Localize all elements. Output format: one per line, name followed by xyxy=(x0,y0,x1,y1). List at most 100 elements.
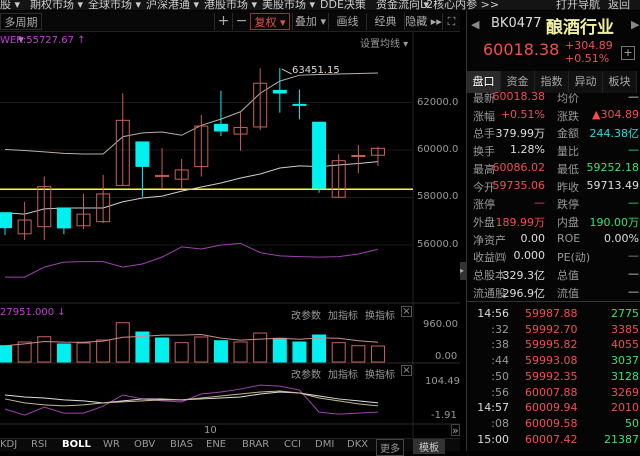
price-axis-label: 56000.0 xyxy=(417,239,459,250)
quote-row: 涨停 — 跌停 — xyxy=(473,196,639,213)
quote-label: 金额 xyxy=(557,127,579,141)
quote-label: 总值 xyxy=(557,269,579,282)
quote-row: 最高 60086.02 最低 59252.18 xyxy=(473,161,639,178)
tab-rsi[interactable]: RSI xyxy=(31,439,47,450)
volume-swap-indicator[interactable]: 换指标 xyxy=(365,307,395,322)
indicator-add[interactable]: 加指标 xyxy=(328,366,358,381)
quote-value: 1.28% xyxy=(510,143,545,157)
tab-dkx[interactable]: DKX xyxy=(347,439,368,450)
high-marker-arrow xyxy=(281,68,293,75)
volume-bar xyxy=(174,342,189,363)
quote-label: 涨跌 xyxy=(557,109,579,123)
indicator-edit-params[interactable]: 改参数 xyxy=(291,366,321,381)
candle-body xyxy=(312,121,327,189)
quote-label: PE(动) xyxy=(557,251,591,265)
volume-add-indicator[interactable]: 加指标 xyxy=(328,307,358,322)
volume-axis-label: 0.00 xyxy=(435,351,458,362)
quote-value: 244.38亿 xyxy=(589,127,640,141)
tick-volume: 3128 xyxy=(611,369,639,383)
tick-price: 59987.88 xyxy=(525,307,578,320)
price-change: +304.89 xyxy=(565,39,613,52)
candle-body xyxy=(135,141,150,167)
volume-edit-params[interactable]: 改参数 xyxy=(291,307,321,322)
tick-row: :38 59995.82 4055 xyxy=(473,338,639,353)
volume-bar xyxy=(312,334,327,363)
indicator-close-icon[interactable]: × xyxy=(401,365,412,376)
tick-price: 59993.08 xyxy=(525,354,578,368)
quote-row: 流通股 296.9亿 流值 — xyxy=(473,285,639,302)
quote-row: 最新 60018.38 均价 — xyxy=(473,90,639,107)
quote-row: 涨幅 +0.51% 涨跌 ▲304.89 xyxy=(473,108,639,125)
tick-time: :56 xyxy=(491,385,509,399)
tick-row: 14:56 59987.88 2775 xyxy=(473,307,639,322)
quote-label: 跌停 xyxy=(557,198,579,212)
quote-value: 60086.02 xyxy=(492,160,546,174)
next-arrow-icon[interactable]: ▶ xyxy=(631,18,639,31)
quote-label: 总手 xyxy=(473,127,495,141)
volume-bar xyxy=(76,342,91,363)
quote-label: ROE xyxy=(557,231,581,245)
volume-bar xyxy=(115,322,130,363)
stock-code: BK0477 xyxy=(491,16,542,31)
quote-label: 总股本 xyxy=(473,269,506,282)
tab-obv[interactable]: OBV xyxy=(134,439,155,450)
volume-bar xyxy=(370,345,385,363)
stock-name: 酿酒行业 xyxy=(546,18,614,38)
quote-label: 均价 xyxy=(557,92,579,105)
expand-icon[interactable]: » xyxy=(451,424,460,436)
tick-time: :38 xyxy=(491,338,509,352)
candle-body xyxy=(292,103,307,106)
tick-row: 15:00 60007.42 21387 xyxy=(473,433,639,448)
quote-label: 内盘 xyxy=(557,215,579,229)
quote-row: 今开 59735.06 昨收 59713.49 xyxy=(473,179,639,196)
volume-bar xyxy=(96,339,111,363)
tab-dmi[interactable]: DMI xyxy=(315,439,334,450)
tick-row: :50 59992.35 3128 xyxy=(473,370,639,385)
tick-time: :44 xyxy=(491,354,509,368)
volume-bar xyxy=(331,342,346,363)
indicator-swap[interactable]: 换指标 xyxy=(365,366,395,381)
quote-label: 收益㈣ xyxy=(473,251,506,265)
back-link[interactable]: 返回 xyxy=(608,0,630,10)
volume-bar xyxy=(253,332,268,363)
volume-close-icon[interactable]: × xyxy=(401,306,412,317)
tick-row: :32 59992.70 3385 xyxy=(473,323,639,338)
quote-row: 总股本 329.3亿 总值 — xyxy=(473,267,639,284)
tick-volume: 3385 xyxy=(611,322,639,336)
quote-value: 296.9亿 xyxy=(502,286,546,300)
tick-price: 60009.94 xyxy=(525,401,578,415)
tick-row: :44 59993.08 3037 xyxy=(473,354,639,369)
tick-volume: 2010 xyxy=(611,401,639,415)
add-watchlist-button[interactable]: + xyxy=(621,46,635,60)
tab-boll[interactable]: BOLL xyxy=(62,439,91,450)
tab-bias[interactable]: BIAS xyxy=(170,439,193,450)
tick-price: 60007.42 xyxy=(525,432,578,446)
tick-price: 60007.88 xyxy=(525,385,578,399)
tab-more[interactable]: 更多 xyxy=(376,439,404,456)
tick-price: 59995.82 xyxy=(525,338,578,352)
tab-kdj[interactable]: KDJ xyxy=(0,439,17,450)
tab-template[interactable]: 模板 xyxy=(413,439,445,454)
last-price: 60018.38 xyxy=(483,40,560,59)
indicator-line-3 xyxy=(4,390,379,407)
high-price-label: 63451.15 xyxy=(292,65,340,76)
tick-row: :56 60007.88 3269 xyxy=(473,386,639,401)
volume-bar xyxy=(213,340,228,363)
tick-volume: 3269 xyxy=(611,385,639,399)
volume-bar xyxy=(272,337,287,363)
quote-label: 量比 xyxy=(557,145,579,159)
tick-volume: 21387 xyxy=(604,432,639,446)
quote-label: 流通股 xyxy=(473,286,506,300)
tab-cci[interactable]: CCI xyxy=(284,439,301,450)
open-nav-link[interactable]: 打开导航 xyxy=(556,0,600,10)
quote-value: — xyxy=(628,196,639,210)
quote-value: 59713.49 xyxy=(586,178,640,192)
quote-value: 59735.06 xyxy=(492,178,546,192)
tab-brar[interactable]: BRAR xyxy=(242,439,269,450)
tab-ene[interactable]: ENE xyxy=(206,439,226,450)
time-axis-label: 10 xyxy=(204,425,217,436)
volume-bar xyxy=(17,341,32,363)
prev-arrow-icon[interactable]: ◀ xyxy=(471,18,479,31)
indicator-axis-label: 104.49 xyxy=(425,376,460,387)
tab-wr[interactable]: WR xyxy=(103,439,120,450)
